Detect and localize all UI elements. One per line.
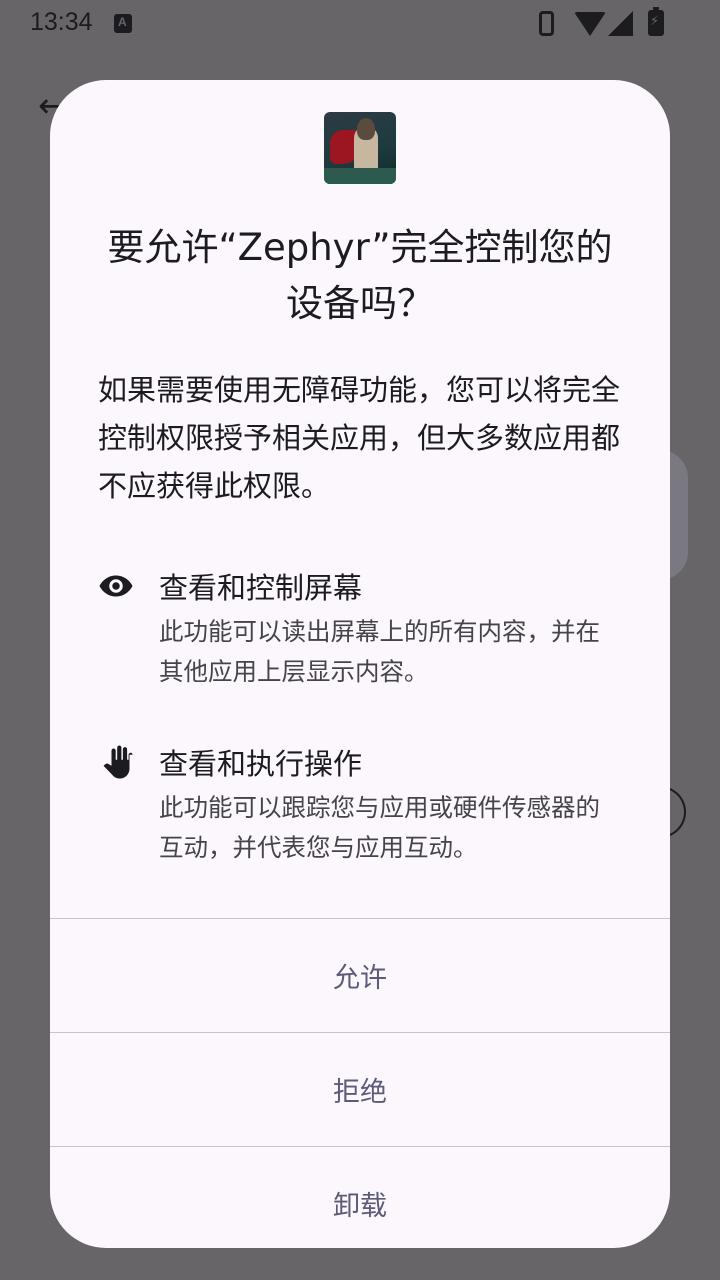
permission-title: 查看和执行操作: [159, 747, 363, 781]
permission-title: 查看和控制屏幕: [159, 571, 363, 605]
accessibility-notification-icon: [114, 14, 132, 33]
permission-description: 此功能可以读出屏幕上的所有内容，并在其他应用上层显示内容。: [159, 617, 600, 686]
permission-description: 此功能可以跟踪您与应用或硬件传感器的互动，并代表您与应用互动。: [159, 793, 600, 862]
accessibility-permission-dialog: 要允许“Zephyr”完全控制您的设备吗？ 如果需要使用无障碍功能，您可以将完全…: [50, 80, 670, 1248]
dialog-message: 如果需要使用无障碍功能，您可以将完全控制权限授予相关应用，但大多数应用都不应获得…: [98, 373, 621, 503]
phone-icon: [539, 11, 554, 36]
dialog-title: 要允许“Zephyr”完全控制您的设备吗？: [107, 226, 613, 325]
hand-icon: [103, 745, 133, 779]
app-icon: [324, 112, 396, 184]
uninstall-button[interactable]: 卸载: [50, 1147, 670, 1248]
wifi-icon: [574, 12, 606, 36]
battery-charging-icon: [648, 7, 664, 36]
signal-icon: [608, 11, 633, 36]
deny-button[interactable]: 拒绝: [50, 1033, 670, 1145]
eye-icon: [99, 575, 133, 597]
allow-button[interactable]: 允许: [50, 919, 670, 1031]
status-bar: 13:34: [0, 0, 720, 48]
status-time: 13:34: [30, 8, 93, 36]
